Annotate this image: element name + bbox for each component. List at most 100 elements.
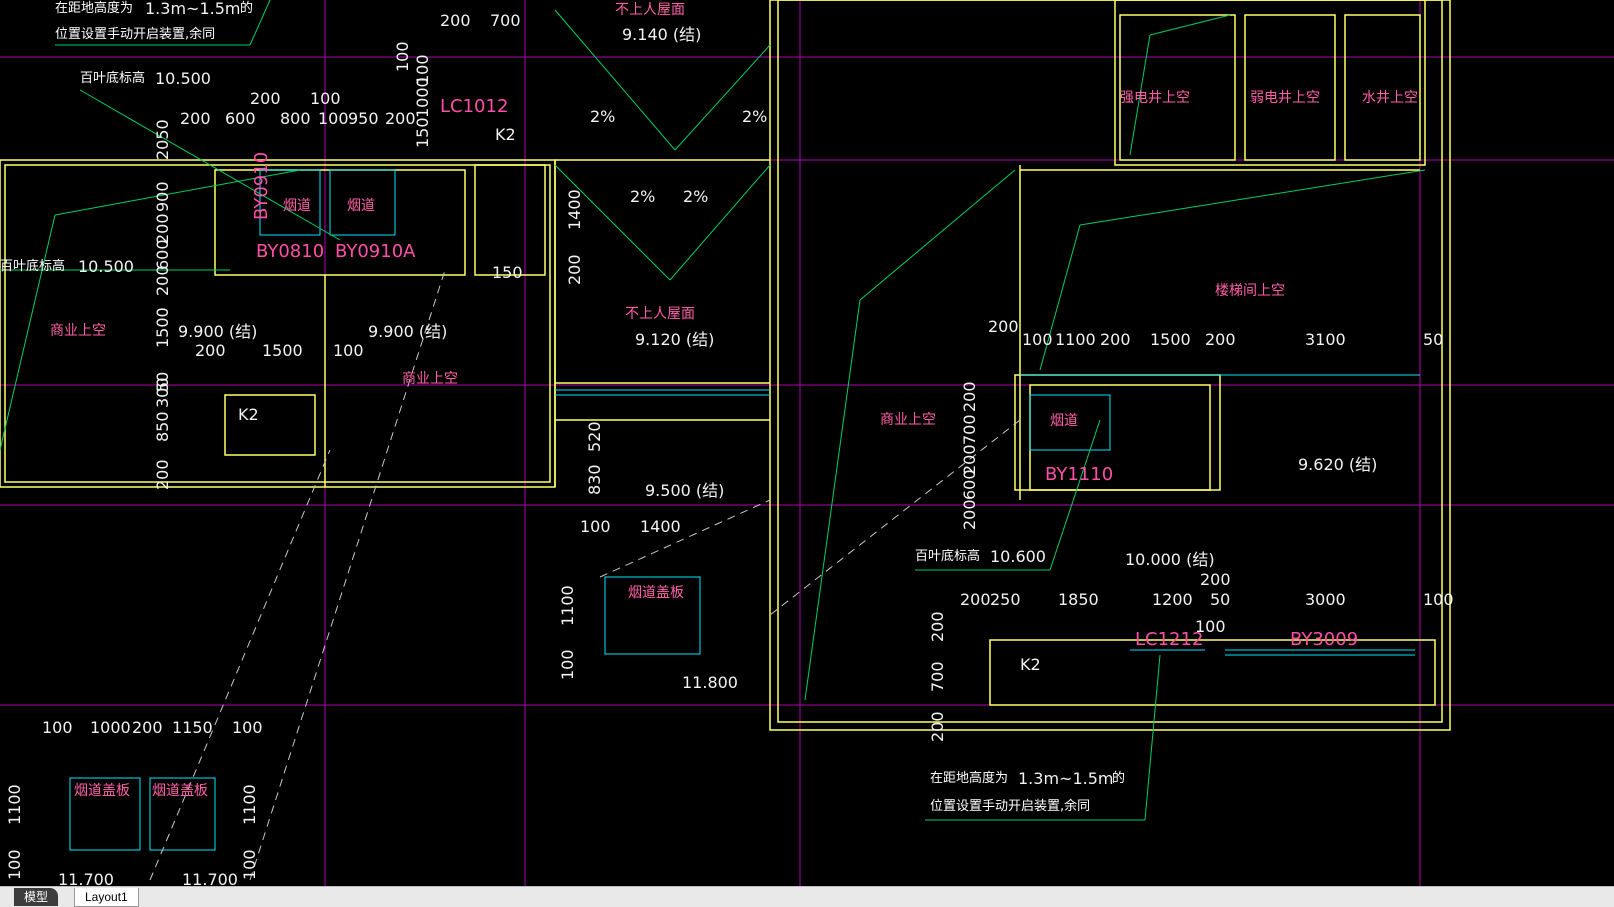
dim-v32: 100 bbox=[240, 849, 259, 880]
smoke-cover-3: 烟道盖板 bbox=[152, 783, 208, 799]
level-9900-b: 9.900 (结) bbox=[368, 322, 447, 341]
smoke-cover-2: 烟道盖板 bbox=[74, 783, 130, 799]
roof-mid-label: 不上人屋面 bbox=[625, 306, 695, 322]
louver-val-b: 10.500 bbox=[78, 257, 134, 276]
stair-void: 楼梯间上空 bbox=[1215, 283, 1285, 299]
slope-1: 2% bbox=[590, 107, 615, 126]
commercial-void-3: 商业上空 bbox=[880, 412, 936, 428]
level-11800: 11.800 bbox=[682, 673, 738, 692]
dim-v21: 200 bbox=[960, 381, 979, 412]
dim-v19: 1100 bbox=[558, 585, 577, 626]
dim-a11: 200 bbox=[195, 341, 226, 360]
dim-v2: 900 bbox=[153, 181, 172, 212]
dim-v18: 830 bbox=[585, 464, 604, 495]
dim-c11: 1850 bbox=[1058, 590, 1099, 609]
dim-v15: 1400 bbox=[565, 189, 584, 230]
dim-a9: 200 bbox=[440, 11, 471, 30]
bottom-note-de: 的 bbox=[1112, 770, 1125, 786]
dim-c17: 100 bbox=[1423, 590, 1454, 609]
tag-lc1012: LC1012 bbox=[440, 96, 508, 117]
top-note-range: 1.3m~1.5m bbox=[145, 0, 240, 18]
dim-c15: 100 bbox=[1195, 617, 1226, 636]
level-9620: 9.620 (结) bbox=[1298, 455, 1377, 474]
tab-model[interactable]: 模型 bbox=[14, 888, 59, 906]
roof-mid-level: 9.120 (结) bbox=[635, 330, 714, 349]
slope-2: 2% bbox=[742, 107, 767, 126]
louver-label-c: 百叶底标高 bbox=[915, 548, 980, 564]
dim-a12: 1500 bbox=[262, 341, 303, 360]
dim-v5: 200 bbox=[153, 265, 172, 296]
commercial-void-1: 商业上空 bbox=[50, 323, 106, 339]
tag-by0910: BY0910 bbox=[251, 152, 272, 220]
dim-v31: 1100 bbox=[240, 784, 259, 825]
layout-tab-bar: 模型 Layout1 bbox=[0, 886, 1614, 907]
dim-c9: 200 bbox=[960, 590, 991, 609]
dim-c6: 200 bbox=[1205, 330, 1236, 349]
dim-d2: 1000 bbox=[90, 718, 131, 737]
dim-v26: 200 bbox=[928, 611, 947, 642]
dim-c14: 50 bbox=[1210, 590, 1230, 609]
level-9900-a: 9.900 (结) bbox=[178, 322, 257, 341]
dim-v25: 200 bbox=[960, 499, 979, 530]
commercial-void-2: 商业上空 bbox=[402, 371, 458, 387]
dim-c3: 1100 bbox=[1055, 330, 1096, 349]
cad-model-viewport[interactable]: 在距地高度为 1.3m~1.5m 的 位置设置手动开启装置,余同 百叶底标高 1… bbox=[0, 0, 1614, 886]
dim-b2: 1400 bbox=[640, 517, 681, 536]
dim-v16: 200 bbox=[565, 254, 584, 285]
bottom-note-line2: 位置设置手动开启装置,余同 bbox=[930, 798, 1090, 814]
dim-a3: 200 bbox=[180, 109, 211, 128]
dim-v8: 300 bbox=[153, 377, 172, 408]
dim-v11: 100 bbox=[393, 41, 412, 72]
dim-v3: 200 bbox=[153, 213, 172, 244]
dim-a2: 100 bbox=[310, 89, 341, 108]
dim-c8: 50 bbox=[1423, 330, 1443, 349]
dim-c7: 3100 bbox=[1305, 330, 1346, 349]
tab-layout1[interactable]: Layout1 bbox=[74, 888, 139, 907]
louver-val-c: 10.600 bbox=[990, 547, 1046, 566]
dim-v1: 2050 bbox=[153, 119, 172, 160]
top-note-de: 的 bbox=[240, 0, 253, 16]
dim-d4: 1150 bbox=[172, 718, 213, 737]
dim-a13: 100 bbox=[333, 341, 364, 360]
tag-by1110: BY1110 bbox=[1045, 464, 1113, 485]
dim-c13: 200 bbox=[1200, 570, 1231, 589]
tag-by0810: BY0810 bbox=[256, 241, 324, 262]
tag-k2-c: K2 bbox=[1020, 655, 1041, 674]
dim-a14: 150 bbox=[492, 263, 523, 282]
louver-label-a: 百叶底标高 bbox=[80, 70, 145, 86]
dim-a4: 600 bbox=[225, 109, 256, 128]
smoke-cover-1: 烟道盖板 bbox=[628, 585, 684, 601]
dim-v4: 600 bbox=[153, 239, 172, 270]
leader-lines bbox=[0, 0, 1426, 821]
dim-v13: 1000 bbox=[413, 77, 432, 118]
walls bbox=[0, 0, 1451, 731]
top-note-height: 在距地高度为 bbox=[55, 0, 133, 16]
dim-c12: 1200 bbox=[1152, 590, 1193, 609]
level-9500: 9.500 (结) bbox=[645, 481, 724, 500]
level-11700-b: 11.700 bbox=[182, 870, 238, 886]
dim-c10: 250 bbox=[990, 590, 1021, 609]
louver-val-a: 10.500 bbox=[155, 69, 211, 88]
tag-lc1212: LC1212 bbox=[1135, 629, 1203, 650]
slope-3: 2% bbox=[630, 187, 655, 206]
floor-plan-drawing[interactable]: 在距地高度为 1.3m~1.5m 的 位置设置手动开启装置,余同 百叶底标高 1… bbox=[0, 0, 1614, 886]
smoke-duct-3: 烟道 bbox=[1050, 413, 1078, 429]
dim-a7: 950 bbox=[348, 109, 379, 128]
tag-k2-b: K2 bbox=[495, 125, 516, 144]
tag-by0910a: BY0910A bbox=[335, 241, 416, 262]
duct-lines bbox=[69, 169, 1420, 851]
dim-b1: 100 bbox=[580, 517, 611, 536]
grid-axis-lines bbox=[0, 0, 1614, 886]
dim-v24: 600 bbox=[960, 469, 979, 500]
dim-d5: 100 bbox=[232, 718, 263, 737]
dim-c2: 100 bbox=[1022, 330, 1053, 349]
level-11700-a: 11.700 bbox=[58, 870, 114, 886]
dim-d1: 100 bbox=[42, 718, 73, 737]
roof-top-label: 不上人屋面 bbox=[615, 2, 685, 18]
dim-v27: 700 bbox=[928, 661, 947, 692]
dim-v20: 100 bbox=[558, 649, 577, 680]
dim-a5: 800 bbox=[280, 109, 311, 128]
dim-v17: 520 bbox=[585, 421, 604, 452]
dim-c1: 200 bbox=[988, 317, 1019, 336]
dim-a6: 100 bbox=[318, 109, 349, 128]
